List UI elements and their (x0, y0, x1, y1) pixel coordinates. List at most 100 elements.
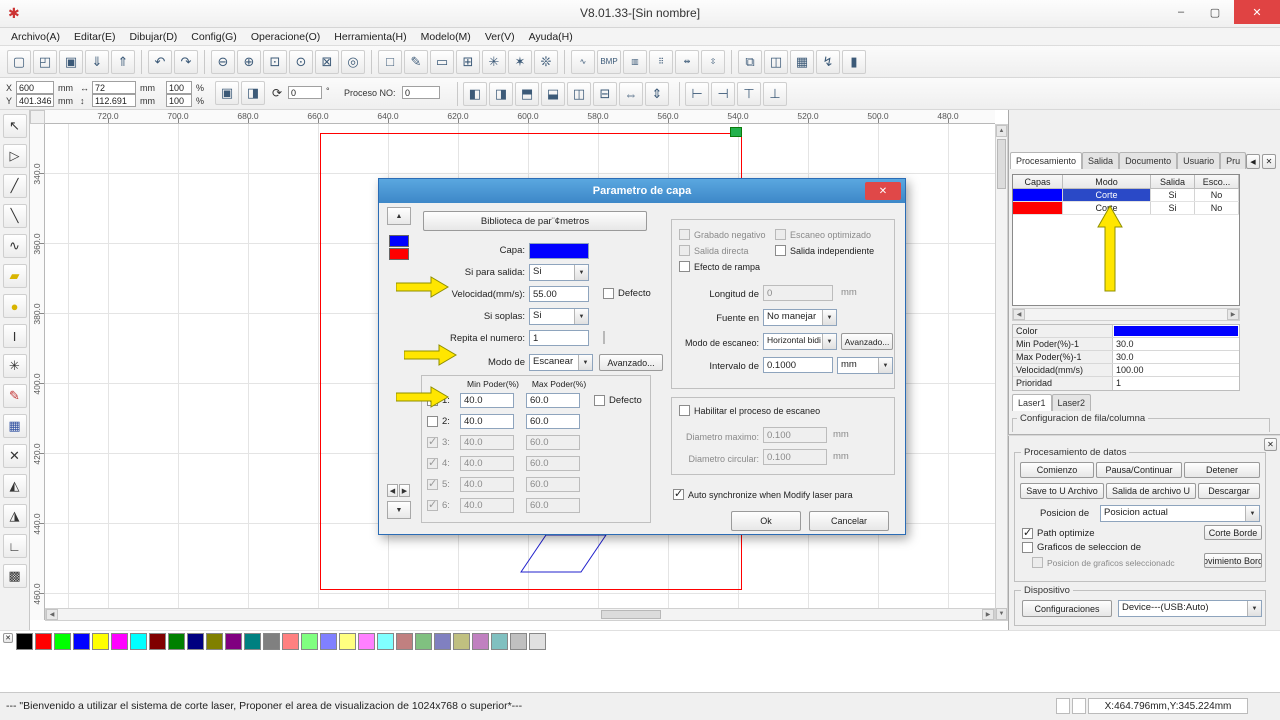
layer-color-cell[interactable] (1013, 202, 1063, 214)
independent-output-checkbox[interactable] (775, 245, 786, 256)
close-button[interactable]: ✕ (1234, 0, 1280, 24)
column-header-modo[interactable]: Modo (1063, 175, 1151, 189)
cut-border-button[interactable]: Corte Borde (1204, 525, 1262, 540)
negative-engrave-checkbox[interactable] (679, 229, 690, 240)
scan-advanced-button[interactable]: Avanzado... (841, 333, 893, 350)
column-header-esco[interactable]: Esco... (1195, 175, 1239, 189)
layer-row-blue[interactable]: Corte Si No (1013, 189, 1239, 202)
max-power-2-input[interactable]: 60.0 (526, 414, 580, 429)
power-default-checkbox[interactable] (594, 395, 605, 406)
draw-check-icon[interactable]: ✎ (404, 49, 428, 74)
min-power-2-input[interactable]: 40.0 (460, 414, 514, 429)
border-move-button[interactable]: ovimiento Bord (1204, 553, 1262, 568)
attach-right-icon[interactable]: ⊣ (711, 82, 735, 106)
manual-laser-icon[interactable]: ↯ (816, 49, 840, 74)
ramp-effect-checkbox[interactable] (679, 261, 690, 272)
cancel-button[interactable]: Cancelar (809, 511, 889, 531)
render-mode-1-icon[interactable]: ✳ (482, 49, 506, 74)
render-mode-3-icon[interactable]: ❊ (534, 49, 558, 74)
curve-tool-icon[interactable]: ∿ (2, 234, 27, 258)
device-output-icon[interactable]: ▦ (790, 49, 814, 74)
speed-default-checkbox[interactable] (603, 288, 614, 299)
eraser-icon[interactable]: ▭ (430, 49, 454, 74)
palette-swatch[interactable] (263, 633, 280, 650)
enable-scan-process-checkbox[interactable] (679, 405, 690, 416)
palette-swatch[interactable] (282, 633, 299, 650)
zoom-page-icon[interactable]: ◎ (341, 49, 365, 74)
download-button[interactable]: Descargar (1198, 483, 1260, 499)
max-power-6-input[interactable]: 60.0 (526, 498, 580, 513)
tab-prueba[interactable]: Pru (1220, 152, 1246, 169)
width-input[interactable]: 72 (92, 81, 136, 94)
palette-swatch[interactable] (92, 633, 109, 650)
max-power-4-input[interactable]: 60.0 (526, 456, 580, 471)
align-top-icon[interactable]: ⬒ (515, 82, 539, 106)
tab-documento[interactable]: Documento (1119, 152, 1178, 169)
parameter-library-button[interactable]: Biblioteca de par¨¢metros (423, 211, 647, 231)
print-icon[interactable]: ⧉ (738, 49, 762, 74)
height-input[interactable]: 112.691 (92, 94, 136, 107)
laser4-enable-checkbox[interactable] (427, 456, 438, 469)
menu-item[interactable]: Ayuda(H) (522, 29, 580, 45)
max-power-5-input[interactable]: 60.0 (526, 477, 580, 492)
align-center-v-icon[interactable]: ⊟ (593, 82, 617, 106)
undo-icon[interactable]: ↶ (148, 49, 172, 74)
min-power-5-input[interactable]: 40.0 (460, 477, 514, 492)
dialog-title-bar[interactable]: Parametro de capa ✕ (379, 179, 905, 203)
distribute-v-icon[interactable]: ⇳ (701, 49, 725, 74)
scale-y-input[interactable]: 100 (166, 94, 192, 107)
direct-output-checkbox[interactable] (679, 245, 690, 256)
print-preview-icon[interactable]: ◫ (764, 49, 788, 74)
menu-item[interactable]: Editar(E) (67, 29, 122, 45)
ellipse-tool-icon[interactable]: ● (2, 294, 27, 318)
pause-continue-button[interactable]: Pausa/Continuar (1096, 462, 1182, 478)
interval-unit-select[interactable]: mm ▼ (837, 357, 893, 374)
mode-advanced-button[interactable]: Avanzado... (599, 354, 663, 371)
selected-graphics-checkbox[interactable] (1022, 542, 1033, 553)
palette-swatch[interactable] (111, 633, 128, 650)
min-power-4-input[interactable]: 40.0 (460, 456, 514, 471)
graphics-position-checkbox[interactable] (1032, 557, 1043, 568)
menu-item[interactable]: Archivo(A) (4, 29, 67, 45)
scroll-left-icon[interactable]: ◀ (1013, 309, 1025, 320)
column-header-salida[interactable]: Salida (1151, 175, 1195, 189)
output-select[interactable]: Si ▼ (529, 264, 589, 281)
start-button[interactable]: Comienzo (1020, 462, 1094, 478)
palette-swatch[interactable] (225, 633, 242, 650)
palette-swatch[interactable] (510, 633, 527, 650)
dialog-close-button[interactable]: ✕ (865, 182, 901, 200)
palette-swatch[interactable] (415, 633, 432, 650)
canvas-horizontal-scrollbar[interactable]: ◀ ▶ (45, 608, 995, 621)
device-select[interactable]: Device---(USB:Auto) ▼ (1118, 600, 1262, 617)
node-edit-icon[interactable]: ⠿ (649, 49, 673, 74)
palette-swatch[interactable] (320, 633, 337, 650)
layer-hide-cell[interactable]: No (1195, 189, 1239, 201)
x-position-input[interactable]: 600 (16, 81, 54, 94)
palette-swatch[interactable] (206, 633, 223, 650)
text-tool-icon[interactable]: I (2, 324, 27, 348)
palette-swatch[interactable] (187, 633, 204, 650)
zoom-selection-icon[interactable]: ⊠ (315, 49, 339, 74)
selection-handle[interactable] (730, 127, 742, 137)
canvas-vertical-scrollbar[interactable]: ▲ ▼ (995, 124, 1008, 621)
save-file-icon[interactable]: ▣ (59, 49, 83, 74)
palette-swatch[interactable] (168, 633, 185, 650)
bmp-tool-icon[interactable]: BMP (597, 49, 621, 74)
redo-icon[interactable]: ↷ (174, 49, 198, 74)
scrollbar-thumb[interactable] (997, 139, 1006, 189)
palette-swatch[interactable] (396, 633, 413, 650)
mirror-vertical-tool-icon[interactable]: ◭ (2, 474, 27, 498)
minimize-button[interactable]: – (1164, 0, 1198, 24)
optimized-scan-checkbox[interactable] (775, 229, 786, 240)
layer-table-scrollbar[interactable]: ◀ ▶ (1012, 308, 1240, 321)
tab-laser1[interactable]: Laser1 (1012, 394, 1052, 411)
tab-procesamiento[interactable]: Procesamiento (1010, 152, 1083, 169)
laser6-enable-checkbox[interactable] (427, 498, 438, 511)
min-power-6-input[interactable]: 40.0 (460, 498, 514, 513)
palette-close-icon[interactable]: ✕ (3, 633, 13, 643)
menu-item[interactable]: Modelo(M) (414, 29, 478, 45)
line-tool-icon[interactable]: ╱ (2, 174, 27, 198)
zoom-window-icon[interactable]: ⊡ (263, 49, 287, 74)
menu-item[interactable]: Operacione(O) (244, 29, 327, 45)
tab-laser2[interactable]: Laser2 (1051, 394, 1092, 411)
